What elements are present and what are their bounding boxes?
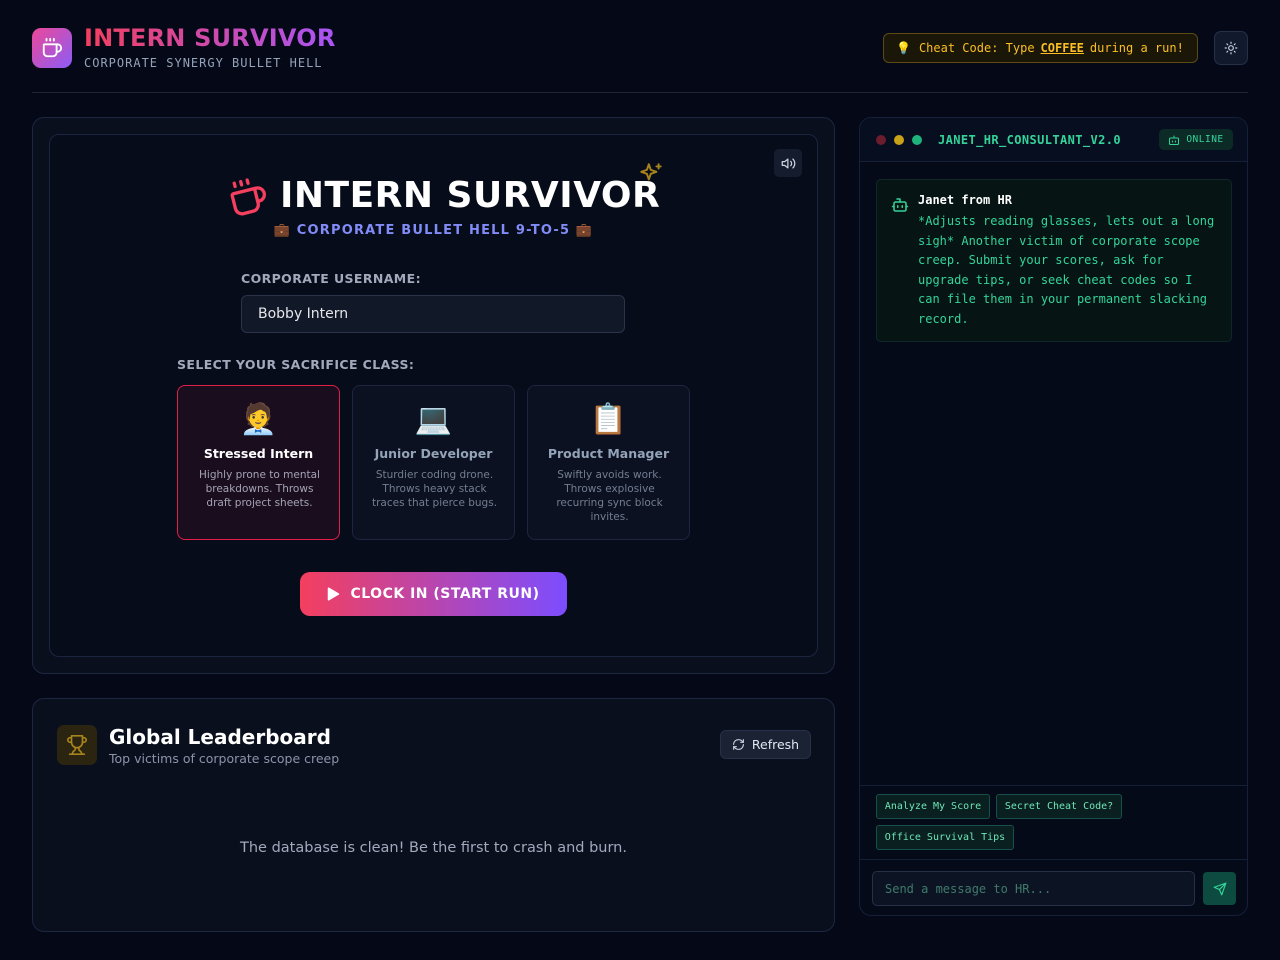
- class-select-label: SELECT YOUR SACRIFICE CLASS:: [177, 357, 415, 372]
- game-title: INTERN SURVIVOR: [280, 175, 661, 216]
- class-description: Highly prone to mental breakdowns. Throw…: [199, 469, 320, 509]
- sparkles-icon: [640, 163, 662, 181]
- game-panel: INTERN SURVIVOR 💼 CORPORATE BULLET HELL …: [32, 117, 835, 674]
- theme-toggle-button[interactable]: [1214, 31, 1248, 65]
- cheat-code-banner: 💡 Cheat Code: Type COFFEE during a run!: [883, 33, 1198, 63]
- class-card-stressed-intern[interactable]: 🧑‍💼 Stressed Intern Highly prone to ment…: [177, 385, 340, 540]
- header-divider: [32, 92, 1248, 93]
- leaderboard-subtitle: Top victims of corporate scope creep: [109, 751, 340, 766]
- send-button[interactable]: [1203, 872, 1236, 905]
- message-text: *Adjusts reading glasses, lets out a lon…: [918, 214, 1215, 326]
- class-name: Stressed Intern: [203, 446, 314, 461]
- refresh-icon: [732, 739, 744, 750]
- bot-avatar-icon: [891, 198, 909, 212]
- play-icon: [328, 587, 340, 601]
- chip-office-survival-tips[interactable]: Office Survival Tips: [876, 825, 1014, 850]
- game-start-screen: INTERN SURVIVOR 💼 CORPORATE BULLET HELL …: [49, 134, 818, 657]
- leaderboard-empty-state: The database is clean! Be the first to c…: [240, 840, 627, 856]
- start-run-label: CLOCK IN (START RUN): [350, 586, 540, 602]
- clipboard-icon: 📋: [589, 402, 628, 437]
- send-icon: [1213, 882, 1226, 895]
- intern-icon: 🧑‍💼: [239, 402, 278, 437]
- chat-composer: [860, 859, 1247, 915]
- chat-header: JANET_HR_CONSULTANT_V2.0 ONLINE: [860, 118, 1247, 162]
- game-subtitle: 💼 CORPORATE BULLET HELL 9-TO-5 💼: [273, 223, 594, 238]
- volume-icon: [781, 157, 795, 169]
- cheat-suffix: during a run!: [1089, 41, 1184, 55]
- coffee-icon: [42, 37, 63, 58]
- class-name: Junior Developer: [374, 446, 493, 461]
- leaderboard-panel: Global Leaderboard Top victims of corpor…: [32, 698, 835, 932]
- refresh-button[interactable]: Refresh: [720, 730, 811, 759]
- class-card-product-manager[interactable]: 📋 Product Manager Swiftly avoids work. T…: [527, 385, 690, 540]
- class-description: Swiftly avoids work. Throws explosive re…: [556, 469, 663, 523]
- class-card-junior-developer[interactable]: 💻 Junior Developer Sturdier coding drone…: [352, 385, 515, 540]
- trophy-icon: [67, 735, 87, 755]
- game-title-row: INTERN SURVIVOR: [228, 163, 668, 221]
- bot-icon: [1169, 135, 1180, 145]
- message-author: Janet from HR: [918, 193, 1012, 207]
- lightbulb-icon: 💡: [896, 41, 911, 55]
- cheat-prefix: Cheat Code: Type: [918, 41, 1035, 55]
- window-dot-green: [912, 135, 922, 145]
- sun-icon: [1224, 41, 1238, 55]
- logo: [32, 28, 72, 68]
- trophy-badge: [57, 725, 97, 765]
- window-dot-red: [876, 135, 886, 145]
- leaderboard-title: Global Leaderboard: [109, 725, 331, 749]
- username-label: CORPORATE USERNAME:: [241, 271, 421, 286]
- username-input[interactable]: [241, 295, 625, 333]
- laptop-icon: 💻: [414, 402, 453, 437]
- chip-analyze-score[interactable]: Analyze My Score: [876, 794, 990, 819]
- quick-replies: Analyze My Score Secret Cheat Code? Offi…: [860, 785, 1247, 859]
- chip-secret-cheat-code[interactable]: Secret Cheat Code?: [996, 794, 1122, 819]
- start-run-button[interactable]: CLOCK IN (START RUN): [300, 572, 567, 616]
- sound-toggle-button[interactable]: [774, 149, 802, 177]
- status-badge: ONLINE: [1159, 129, 1233, 150]
- window-dot-yellow: [894, 135, 904, 145]
- chat-bot-name: JANET_HR_CONSULTANT_V2.0: [938, 133, 1121, 147]
- hr-chat-panel: JANET_HR_CONSULTANT_V2.0 ONLINE Janet fr…: [859, 117, 1248, 916]
- class-name: Product Manager: [547, 446, 670, 461]
- class-selector: 🧑‍💼 Stressed Intern Highly prone to ment…: [177, 385, 690, 540]
- app-subtitle: CORPORATE SYNERGY BULLET HELL: [84, 56, 323, 70]
- app-header: INTERN SURVIVOR CORPORATE SYNERGY BULLET…: [32, 24, 1248, 70]
- chat-message-input[interactable]: [872, 871, 1195, 906]
- chat-message: Janet from HR *Adjusts reading glasses, …: [876, 179, 1232, 342]
- cheat-code: COFFEE: [1040, 41, 1084, 55]
- coffee-mug-icon: [230, 178, 267, 216]
- status-text: ONLINE: [1186, 134, 1224, 145]
- class-description: Sturdier coding drone. Throws heavy stac…: [371, 469, 498, 509]
- app-title: INTERN SURVIVOR: [84, 24, 336, 52]
- refresh-label: Refresh: [751, 737, 800, 752]
